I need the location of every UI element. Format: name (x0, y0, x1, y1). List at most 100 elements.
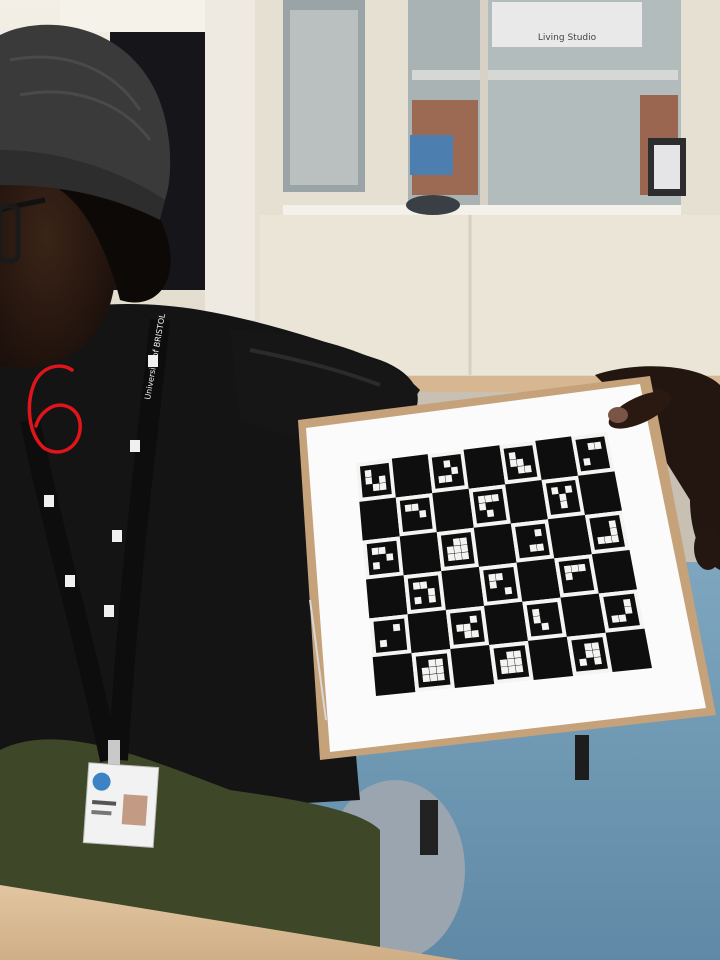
wall-poster-inner (654, 145, 680, 189)
marker-bit (506, 651, 514, 659)
marker-bit (534, 528, 542, 537)
marker-bit (524, 465, 532, 473)
marker-bit (421, 667, 430, 675)
marker-bit (499, 659, 508, 667)
id-badge-card (82, 762, 160, 848)
marker-frame (483, 566, 518, 602)
window-left-inner (290, 10, 358, 185)
marker-bit (428, 595, 437, 603)
board-dark-square (605, 628, 652, 672)
marker-bit (428, 659, 436, 667)
board-dark-square (366, 575, 408, 619)
marker-bit (515, 665, 524, 673)
marker-bit (464, 630, 472, 639)
marker-bit (592, 649, 601, 658)
left-wall-panel (60, 0, 210, 32)
marker-bit (609, 527, 618, 536)
marker-bit (591, 642, 600, 650)
fingernail (608, 407, 628, 423)
annotation-six-stroke (27, 364, 82, 454)
board-dark-square (591, 550, 637, 594)
board-dark-square (505, 480, 548, 524)
marker-bit (563, 565, 572, 574)
marker-bit (379, 639, 388, 648)
board-dark-square (578, 471, 622, 515)
marker-bit (372, 562, 381, 570)
id-badge (82, 762, 160, 848)
annotation-number: 6 (22, 352, 92, 462)
board-dark-square (547, 514, 592, 559)
marker-bit (436, 665, 444, 674)
marker-bit (429, 673, 438, 682)
marker-bit (419, 509, 427, 518)
marker-frame (515, 523, 550, 559)
marker-bit (447, 553, 456, 562)
marker-bit (422, 674, 431, 683)
marker-bit (495, 572, 504, 581)
marker-bit (371, 547, 379, 556)
marker-frame (603, 593, 640, 629)
lanyard-logo (112, 530, 122, 542)
marker-bit (507, 658, 515, 667)
photo: Living Studio University of BRISTOL (0, 0, 720, 960)
marker-bit (419, 581, 428, 589)
marker-frame (373, 618, 408, 653)
marker-bit (594, 441, 602, 450)
marker-bit (372, 483, 380, 492)
lanyard-logo (130, 440, 140, 452)
marker-bit (578, 563, 586, 572)
marker-bit (570, 564, 579, 573)
marker-bit (531, 608, 540, 617)
board-dark-square (528, 636, 574, 680)
marker-frame (399, 497, 433, 533)
marker-bit (386, 553, 394, 561)
marker-bit (533, 616, 541, 624)
marker-bit (624, 606, 633, 614)
marker-bit (509, 459, 518, 468)
marker-bit (529, 544, 538, 552)
marker-bit (604, 535, 613, 544)
chair-leg (420, 800, 438, 855)
board-dark-square (560, 593, 606, 637)
marker-bit (429, 666, 437, 675)
marker-bit (477, 495, 486, 504)
chair-leg-2 (575, 735, 589, 780)
marker-bit (404, 504, 412, 512)
sign-text: Living Studio (538, 33, 597, 43)
lanyard-logo (104, 605, 114, 617)
board-dark-square (399, 532, 442, 576)
marker-frame (431, 454, 465, 489)
marker-frame (558, 558, 595, 594)
marker-bit (412, 582, 421, 590)
marker-frame (366, 540, 400, 576)
marker-bit (618, 614, 627, 623)
marker-bit (378, 475, 386, 484)
lanyard-logo (65, 575, 75, 587)
marker-bit (517, 465, 526, 474)
marker-bit (452, 538, 461, 546)
marker-bit (437, 673, 445, 681)
marker-bit (583, 458, 591, 466)
marker-bit (500, 666, 509, 675)
board-dark-square (484, 601, 528, 645)
tv-screen (410, 135, 453, 175)
marker-bit (508, 665, 517, 674)
id-badge-photo (121, 794, 148, 826)
marker-frame (472, 488, 507, 524)
marker-bit (471, 630, 480, 638)
marker-bit (541, 622, 550, 631)
marker-bit (445, 474, 453, 483)
board-dark-square (391, 454, 433, 498)
board-dark-square (359, 497, 400, 541)
marker-bit (504, 586, 513, 595)
marker-bit (454, 552, 463, 561)
marker-bit (488, 573, 496, 582)
marker-frame (526, 601, 563, 637)
lanyard-logo (44, 495, 54, 507)
marker-bit (584, 643, 593, 651)
marker-bit (608, 520, 617, 528)
marker-bit (489, 581, 497, 589)
marker-bit (579, 658, 588, 667)
marker-bit (469, 615, 478, 624)
marker-bit (514, 657, 523, 666)
